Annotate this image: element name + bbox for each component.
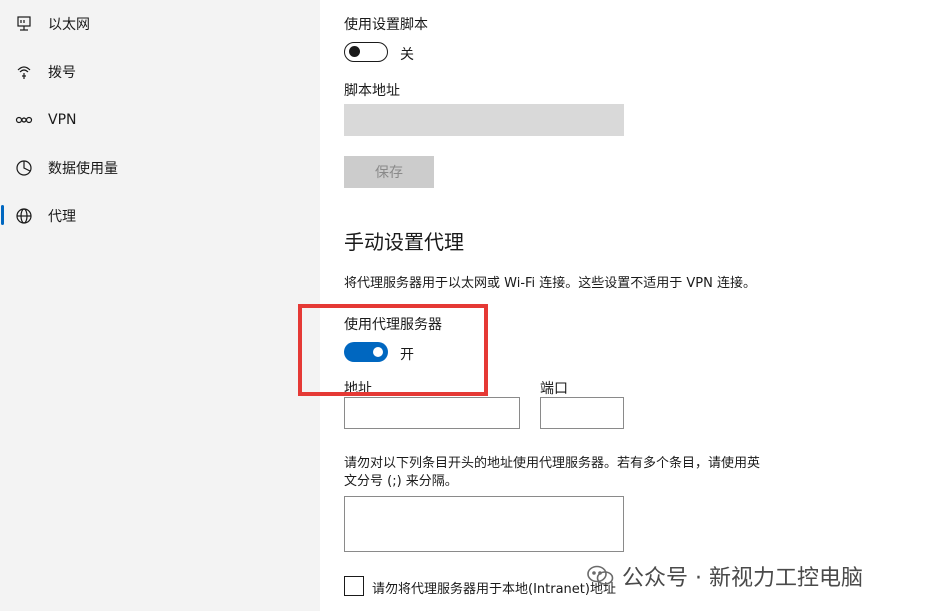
active-indicator bbox=[1, 205, 4, 225]
sidebar: 以太网 拨号 VPN 数据使用量 代理 bbox=[0, 0, 320, 611]
sidebar-item-ethernet[interactable]: 以太网 bbox=[0, 4, 320, 44]
wechat-icon bbox=[586, 564, 614, 588]
sidebar-item-label: 代理 bbox=[48, 209, 76, 225]
sidebar-item-label: 以太网 bbox=[48, 17, 90, 33]
dialup-icon bbox=[14, 62, 34, 82]
script-address-input[interactable] bbox=[344, 104, 624, 136]
port-input[interactable] bbox=[540, 397, 624, 429]
use-script-toggle-state: 关 bbox=[400, 47, 414, 63]
sidebar-item-proxy[interactable]: 代理 bbox=[0, 196, 320, 236]
sidebar-item-data-usage[interactable]: 数据使用量 bbox=[0, 148, 320, 188]
globe-icon bbox=[14, 206, 34, 226]
sidebar-item-label: VPN bbox=[48, 112, 77, 128]
save-button[interactable]: 保存 bbox=[344, 156, 434, 188]
sidebar-item-vpn[interactable]: VPN bbox=[0, 100, 320, 140]
exceptions-description-line1: 请勿对以下列条目开头的地址使用代理服务器。若有多个条目，请使用英 bbox=[344, 456, 761, 471]
manual-proxy-description: 将代理服务器用于以太网或 Wi-Fi 连接。这些设置不适用于 VPN 连接。 bbox=[344, 276, 757, 291]
script-address-label: 脚本地址 bbox=[344, 83, 400, 99]
manual-proxy-heading: 手动设置代理 bbox=[344, 230, 464, 254]
sidebar-item-label: 数据使用量 bbox=[48, 161, 118, 177]
highlight-box bbox=[298, 304, 488, 396]
sidebar-item-dialup[interactable]: 拨号 bbox=[0, 52, 320, 92]
sidebar-item-label: 拨号 bbox=[48, 65, 76, 81]
vpn-icon bbox=[14, 110, 34, 130]
port-label: 端口 bbox=[540, 381, 568, 397]
watermark-text: 公众号 · 新视力工控电脑 bbox=[622, 566, 863, 591]
use-script-toggle[interactable] bbox=[344, 42, 388, 62]
exceptions-description-line2: 文分号 (;) 来分隔。 bbox=[344, 474, 458, 489]
local-address-label: 请勿将代理服务器用于本地(Intranet)地址 bbox=[372, 582, 616, 597]
toggle-knob bbox=[349, 46, 360, 57]
main-panel: 使用设置脚本 关 脚本地址 保存 手动设置代理 将代理服务器用于以太网或 Wi-… bbox=[298, 0, 933, 611]
exceptions-textarea[interactable] bbox=[344, 496, 624, 552]
ethernet-icon bbox=[14, 14, 34, 34]
use-script-label: 使用设置脚本 bbox=[344, 17, 428, 33]
data-usage-icon bbox=[14, 158, 34, 178]
local-address-checkbox[interactable] bbox=[344, 576, 364, 596]
watermark: 公众号 · 新视力工控电脑 bbox=[586, 560, 863, 592]
address-input[interactable] bbox=[344, 397, 520, 429]
